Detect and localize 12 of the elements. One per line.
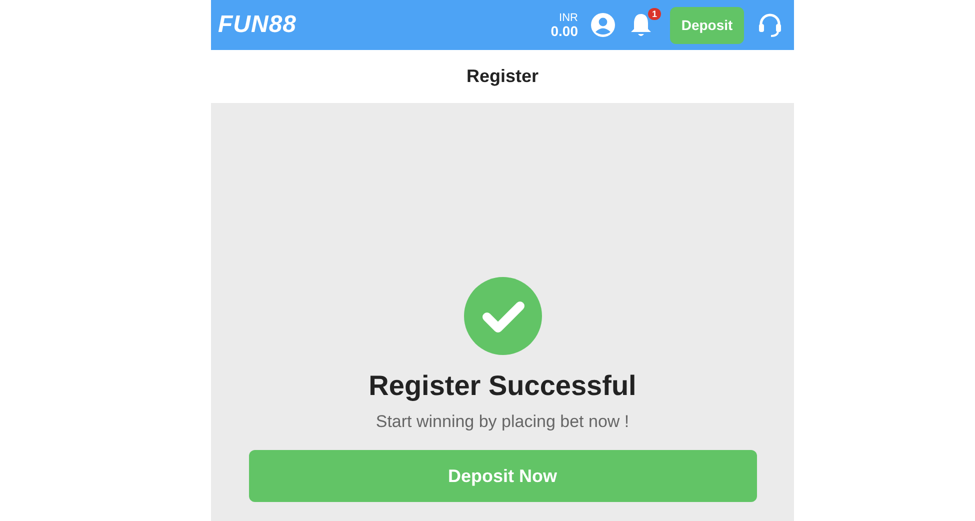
deposit-button[interactable]: Deposit (670, 6, 744, 44)
deposit-now-button[interactable]: Deposit Now (248, 450, 756, 502)
success-message: Start winning by placing bet now ! (376, 412, 630, 432)
page-title: Register (466, 66, 539, 87)
logo[interactable]: FUN88 (218, 11, 297, 39)
notification-badge: 1 (648, 8, 661, 20)
account-icon[interactable] (590, 12, 616, 38)
balance-amount: 0.00 (550, 24, 578, 38)
success-check-icon (464, 277, 542, 355)
currency-label: INR (559, 12, 578, 24)
success-title: Register Successful (368, 370, 636, 402)
headset-icon[interactable] (756, 11, 784, 39)
